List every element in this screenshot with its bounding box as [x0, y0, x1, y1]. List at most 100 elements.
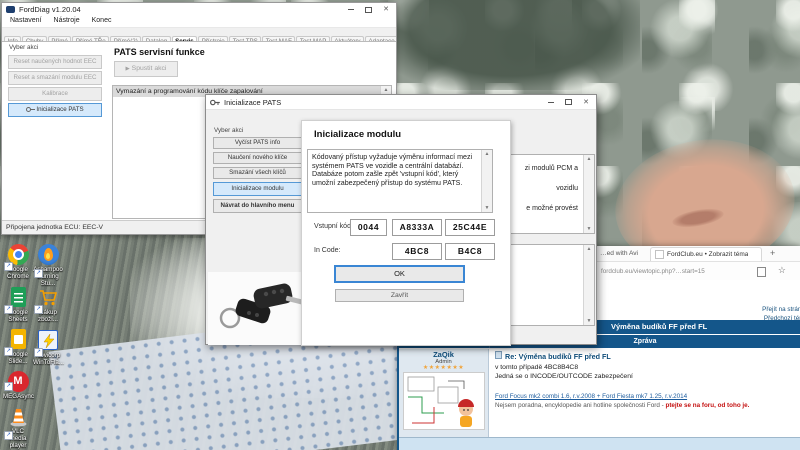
signature-links[interactable]: Ford Focus mk2 combi 1.6, r.v.2008 + For… [495, 393, 794, 400]
flame-icon [38, 244, 59, 265]
menu-nastroje[interactable]: Nástroje [49, 16, 85, 27]
tab-test-maf[interactable]: Test MAF [262, 36, 295, 42]
pats-heading: PATS servisní funkce [114, 47, 205, 57]
scrollbar[interactable]: ▲▼ [481, 150, 492, 212]
tab-prime2[interactable]: Přímé(2) [110, 36, 141, 42]
desktop-icon-google-sheets[interactable]: ↗ GoogleSheets [3, 287, 33, 323]
minimize-button[interactable] [348, 9, 354, 10]
close-dialog-button[interactable]: Zavřít [335, 289, 464, 302]
window-title: FordDiag v1.20.04 [19, 5, 348, 14]
tab-test-map[interactable]: Test MAP [296, 36, 329, 42]
shortcut-arrow-icon: ↗ [4, 347, 13, 356]
menu-nastaveni[interactable]: Nastavení [5, 16, 47, 27]
dialog-title: Inicializace PATS [224, 98, 548, 107]
tab-pristroje[interactable]: Přístroje [198, 36, 228, 42]
shortcut-arrow-icon: ↗ [34, 348, 43, 357]
menu-bar: Nastavení Nástroje Konec [2, 16, 396, 28]
close-button[interactable]: ✕ [583, 99, 589, 106]
photo-dark-fur [380, 0, 640, 90]
shortcut-arrow-icon: ↗ [4, 382, 13, 391]
learn-new-key-button[interactable]: Naučení nového klíče [213, 152, 302, 164]
tab-servis[interactable]: Servis [172, 36, 198, 42]
tab-prime[interactable]: Přímé [48, 36, 72, 42]
desktop-icon-google-chrome[interactable]: ↗ GoogleChrome [3, 244, 33, 280]
reset-values-button[interactable]: Reset naučených hodnot EEC [8, 55, 102, 69]
avatar [403, 372, 485, 430]
desktop-icon-ashampoo-burning-studio[interactable]: ↗ AshampooBurning Stu... [33, 244, 63, 287]
calibration-button[interactable]: Kalibrace [8, 87, 102, 101]
author-cell: ZaQik Admin ★★★★★★★ [399, 349, 489, 438]
author-name[interactable]: ZaQik [399, 350, 488, 359]
app-icon [6, 6, 15, 13]
background-text-fragment: e možné provést [526, 205, 578, 212]
tab-datalog[interactable]: Datalog [142, 36, 170, 42]
post-line: Jedná se o INCODE/OUTCODE zabezpečení [495, 373, 794, 380]
bookmark-star-icon[interactable]: ☆ [778, 265, 786, 276]
desktop-icon-megasync[interactable]: M ↗ MEGAsync [3, 371, 33, 400]
reader-mode-icon[interactable] [757, 267, 766, 277]
new-tab-button[interactable]: + [770, 248, 775, 258]
scroll-up-icon[interactable]: ▲ [584, 156, 594, 162]
run-action-button[interactable]: ▶ Spustit akci [114, 61, 178, 77]
tab-aktuatory[interactable]: Aktuátory [331, 36, 364, 42]
card-heading: Inicializace modulu [314, 129, 401, 140]
read-pats-info-button[interactable]: Vyčíst PATS info [213, 137, 302, 149]
desktop-icon-vlc[interactable]: ↗ VLC mediaplayer [3, 406, 33, 449]
scrollbar[interactable]: ▲▼ [583, 155, 594, 233]
incode-field-2[interactable]: B4C8 [445, 243, 495, 260]
minimize-button[interactable] [548, 102, 554, 103]
tab-info[interactable]: Info [4, 36, 21, 42]
maximize-button[interactable] [365, 7, 372, 13]
info-text: Kódovaný přístup vyžaduje výměnu informa… [312, 153, 478, 209]
ok-button[interactable]: OK [334, 265, 465, 283]
post-subject: Re: Výměna budíků FF před FL [495, 351, 794, 361]
pats-init-dialog: Inicializace PATS ✕ Vyber akci Vyčíst PA… [205, 94, 597, 345]
scroll-up-icon[interactable]: ▲ [482, 151, 492, 157]
scroll-up-icon[interactable]: ▲ [381, 87, 391, 93]
scroll-down-icon[interactable]: ▼ [584, 318, 594, 324]
desktop-icon-wintoflash[interactable]: ↗ NovicorpWinToFla... [33, 329, 63, 366]
message-cell: Re: Výměna budíků FF před FL v tomto pří… [489, 349, 800, 438]
scroll-up-icon[interactable]: ▲ [584, 246, 594, 252]
tab-row: InfoChybyPříméPřímé TŘePřímé(2)DatalogSe… [2, 28, 396, 42]
signature-note: Nejsem poradna, encyklopedie ani hotline… [495, 402, 794, 409]
reset-module-button[interactable]: Reset a smazání modulu EEC [8, 71, 102, 85]
dialog-panel-label: Vyber akci [214, 127, 243, 134]
init-module-button[interactable]: Inicializace modulu [213, 182, 302, 196]
desktop-icon-google-slides[interactable]: ↗ Google Slide... [3, 329, 33, 365]
url-text[interactable]: fordclub.eu/viewtopic.php?…start=15 [601, 268, 705, 275]
init-pats-button[interactable]: Inicializace PATS [8, 103, 102, 117]
incode-field-1[interactable]: 4BC8 [392, 243, 442, 260]
tab-adaptace[interactable]: Adaptace EGR [365, 36, 396, 42]
menu-konec[interactable]: Konec [87, 16, 117, 27]
signature-red-text: ptejte se na foru, od toho je. [665, 402, 749, 409]
outcode-field-2[interactable]: A8333A [392, 219, 442, 236]
title-bar[interactable]: FordDiag v1.20.04 ✕ [2, 3, 396, 16]
erase-all-keys-button[interactable]: Smazání všech klíčů [213, 167, 302, 179]
tab-chyby[interactable]: Chyby [22, 36, 47, 42]
key-icon [26, 107, 34, 112]
browser-tab-partial[interactable]: …ed with Avi [600, 250, 638, 257]
post-line: v tomto případě 4BC8B4C8 [495, 364, 794, 371]
go-to-page-link[interactable]: Přejít na stránku [762, 306, 800, 313]
maximize-button[interactable] [565, 99, 572, 105]
vlc-cone-icon [8, 406, 29, 427]
desktop-icon-shop[interactable]: ↗ Nákupzboží... [33, 287, 63, 323]
action-panel-label: Vyber akci [9, 44, 38, 51]
background-text-fragment: vozidlu [556, 185, 578, 192]
outcode-label: Vstupní kód: [314, 223, 353, 230]
outcode-field-3[interactable]: 25C44E [445, 219, 495, 236]
tab-prime-tre[interactable]: Přímé TŘe [72, 36, 109, 42]
close-button[interactable]: ✕ [383, 6, 389, 13]
dialog-title-bar[interactable]: Inicializace PATS ✕ [206, 95, 596, 110]
scroll-down-icon[interactable]: ▼ [584, 226, 594, 232]
tab-test-tps[interactable]: Test TPS [229, 36, 261, 42]
browser-tab-active[interactable]: FordClub.eu • Zobrazit téma [650, 247, 762, 261]
forum-bottom-row [399, 437, 800, 450]
favicon [655, 250, 664, 259]
scroll-down-icon[interactable]: ▼ [482, 205, 492, 211]
outcode-field-1[interactable]: 0044 [350, 219, 387, 236]
scrollbar[interactable]: ▲▼ [583, 245, 594, 325]
shortcut-arrow-icon: ↗ [34, 305, 43, 314]
return-main-menu-button[interactable]: Návrat do hlavního menu [213, 199, 302, 213]
